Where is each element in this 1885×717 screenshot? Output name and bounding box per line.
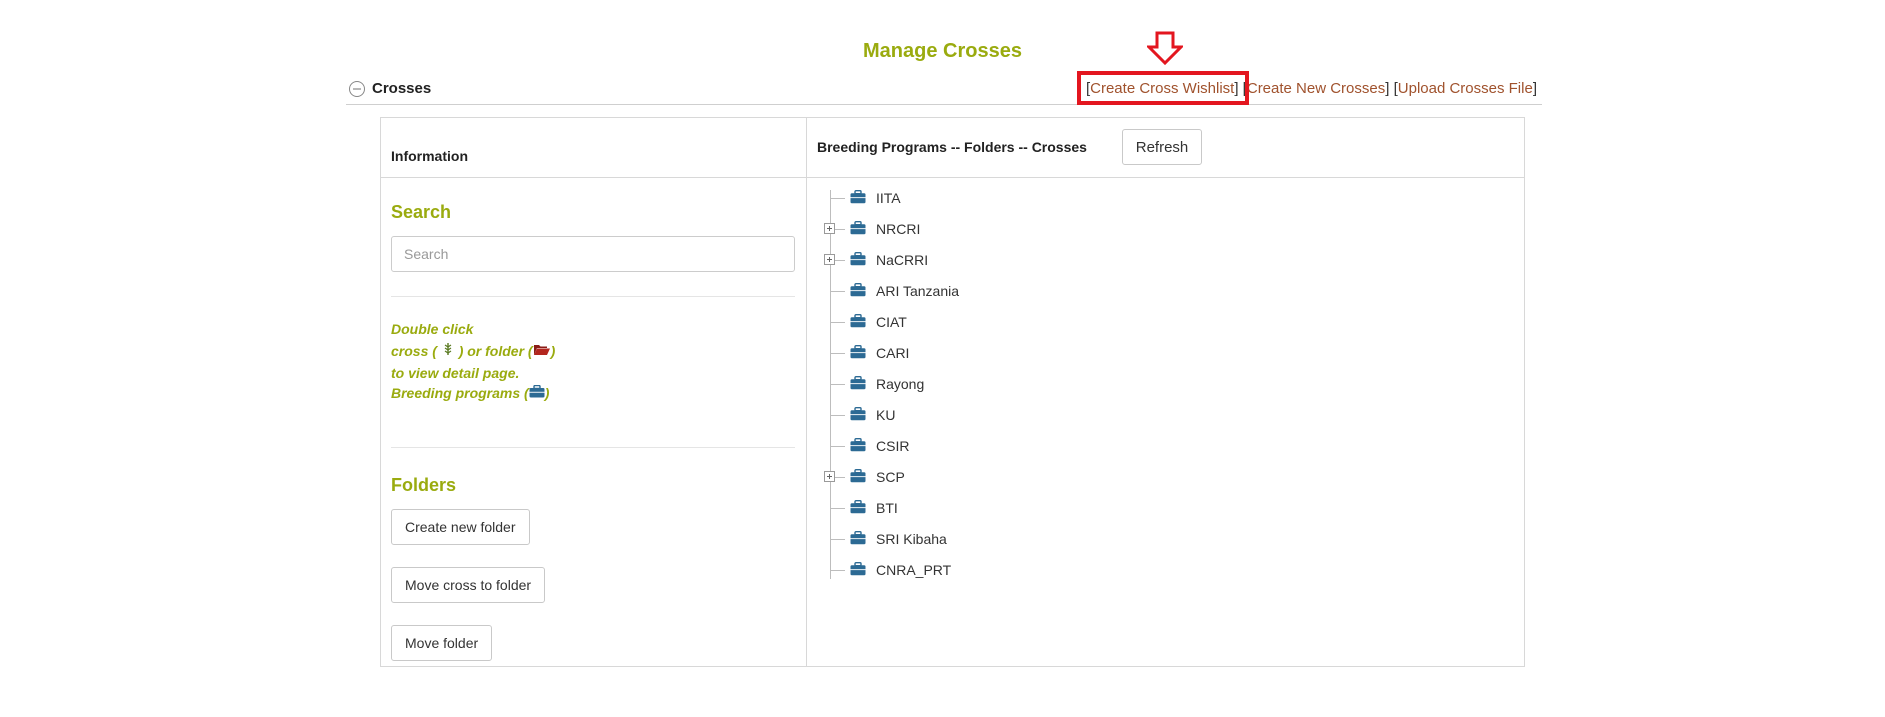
briefcase-icon: [850, 499, 866, 519]
tree-connector: [831, 322, 845, 323]
search-heading: Search: [391, 202, 452, 222]
tree-node[interactable]: IITA: [807, 183, 1207, 214]
tree-connector: [831, 446, 845, 447]
info-title: Information: [391, 148, 468, 164]
breeding-programs-legend: Breeding programs (): [391, 384, 550, 401]
tree-connector: [831, 384, 845, 385]
tree-node[interactable]: NaCRRI: [807, 245, 1207, 276]
move-cross-to-folder-button[interactable]: Move cross to folder: [391, 567, 546, 603]
tree-connector: [831, 291, 845, 292]
tree-node-label[interactable]: CIAT: [876, 314, 907, 330]
divider: [391, 447, 795, 448]
briefcase-icon: [850, 189, 866, 209]
tree-node[interactable]: NRCRI: [807, 214, 1207, 245]
tree-node-label[interactable]: CARI: [876, 345, 909, 361]
tree-connector: [831, 539, 845, 540]
tree-node[interactable]: Rayong: [807, 369, 1207, 400]
briefcase-icon: [850, 406, 866, 426]
info-column: Information Search Double click cross ( …: [381, 118, 807, 666]
briefcase-icon: [529, 384, 545, 401]
help-text: Double click cross ( ) or folder () to v…: [391, 318, 555, 384]
cross-plant-icon: [441, 343, 455, 359]
tree-node-label[interactable]: SCP: [876, 469, 905, 485]
tree-node[interactable]: SRI Kibaha: [807, 524, 1207, 555]
briefcase-icon: [850, 468, 866, 488]
move-folder-button[interactable]: Move folder: [391, 625, 493, 661]
briefcase-icon: [850, 561, 866, 581]
tree-node-label[interactable]: CNRA_PRT: [876, 562, 951, 578]
expand-plus-icon[interactable]: [824, 254, 835, 265]
expand-plus-icon[interactable]: [824, 471, 835, 482]
tree-title: Breeding Programs -- Folders -- Crosses: [817, 139, 1087, 155]
expand-plus-icon[interactable]: [824, 223, 835, 234]
tree-node-label[interactable]: IITA: [876, 190, 901, 206]
create-new-crosses-link[interactable]: Create New Crosses: [1247, 80, 1385, 97]
info-header: Information: [381, 118, 806, 178]
divider: [391, 296, 795, 297]
help-line-2: cross ( ) or folder (): [391, 343, 556, 359]
tree-node-label[interactable]: NaCRRI: [876, 252, 928, 268]
folders-heading: Folders: [391, 475, 457, 495]
crosses-section-header: Crosses [Create Cross Wishlist] [Create …: [346, 80, 1542, 105]
help-line-1: Double click: [391, 321, 474, 337]
tree-node[interactable]: BTI: [807, 493, 1207, 524]
tree-connector: [831, 353, 845, 354]
briefcase-icon: [850, 313, 866, 333]
briefcase-icon: [850, 220, 866, 240]
tree-node-label[interactable]: Rayong: [876, 376, 924, 392]
crosses-panel: Information Search Double click cross ( …: [380, 117, 1525, 667]
tree-node-label[interactable]: NRCRI: [876, 221, 920, 237]
tree-connector: [831, 415, 845, 416]
tree-node[interactable]: CARI: [807, 338, 1207, 369]
help-line-3: to view detail page.: [391, 365, 520, 381]
tree-node-label[interactable]: CSIR: [876, 438, 909, 454]
refresh-button[interactable]: Refresh: [1122, 129, 1202, 165]
tree-node[interactable]: CNRA_PRT: [807, 555, 1207, 586]
briefcase-icon: [850, 251, 866, 271]
tree-connector: [831, 508, 845, 509]
tree-node[interactable]: ARI Tanzania: [807, 276, 1207, 307]
tree-node-label[interactable]: ARI Tanzania: [876, 283, 959, 299]
create-new-folder-button[interactable]: Create new folder: [391, 509, 530, 545]
tree-node[interactable]: CIAT: [807, 307, 1207, 338]
folder-open-icon: [533, 343, 551, 359]
tree-node-label[interactable]: KU: [876, 407, 895, 423]
page-title: Manage Crosses: [863, 40, 1022, 62]
tree-node[interactable]: SCP: [807, 462, 1207, 493]
tree-node[interactable]: CSIR: [807, 431, 1207, 462]
briefcase-icon: [850, 375, 866, 395]
search-input[interactable]: [391, 236, 795, 272]
briefcase-icon: [850, 344, 866, 364]
down-arrow-icon: [1145, 31, 1185, 70]
upload-crosses-file-link[interactable]: Upload Crosses File: [1398, 80, 1533, 97]
briefcase-icon: [850, 437, 866, 457]
section-title: Crosses: [372, 80, 432, 97]
collapse-minus-icon[interactable]: [348, 80, 366, 103]
breeding-program-tree: IITA NRCRI NaCRRI ARI Tanzania CIAT CARI Rayon…: [807, 178, 1524, 666]
briefcase-icon: [850, 530, 866, 550]
tree-node-label[interactable]: SRI Kibaha: [876, 531, 947, 547]
tree-connector: [831, 198, 845, 199]
briefcase-icon: [850, 282, 866, 302]
tree-connector: [831, 570, 845, 571]
highlight-box: [1077, 71, 1249, 105]
tree-column: Breeding Programs -- Folders -- Crosses …: [807, 118, 1524, 666]
tree-header: Breeding Programs -- Folders -- Crosses …: [807, 118, 1524, 178]
tree-node[interactable]: KU: [807, 400, 1207, 431]
tree-node-label[interactable]: BTI: [876, 500, 898, 516]
